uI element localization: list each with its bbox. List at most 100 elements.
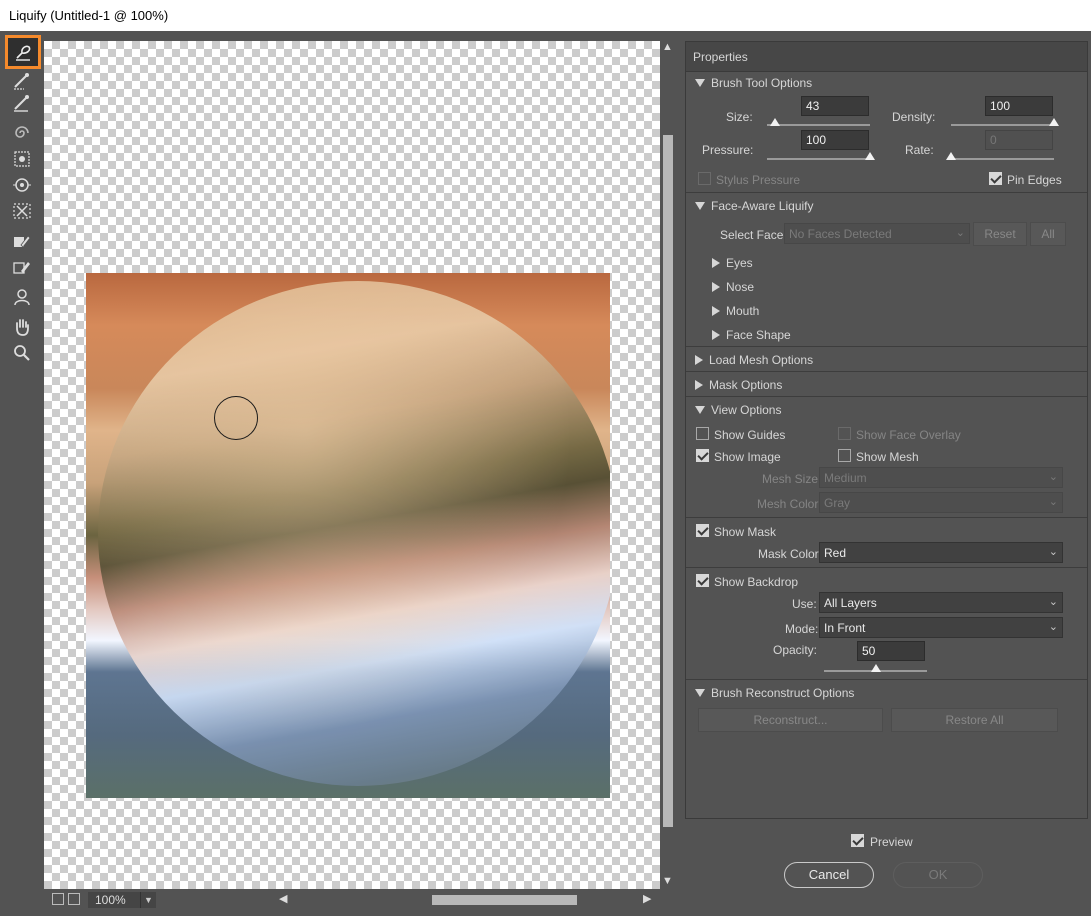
thaw-mask-icon [13, 262, 30, 274]
pressure-slider-knob[interactable] [865, 152, 875, 160]
hand-tool-button[interactable] [7, 315, 37, 339]
vertical-scrollbar[interactable]: ▲ ▼ [660, 41, 676, 889]
face-shape-label: Face Shape [726, 328, 791, 342]
chevron-down-icon: ⌄ [1048, 546, 1058, 558]
liquify-canvas[interactable] [44, 41, 660, 889]
show-mask-checkbox[interactable] [696, 524, 709, 537]
brush-tool-options-header[interactable]: Brush Tool Options [695, 76, 812, 90]
mesh-size-dropdown[interactable]: Medium ⌄ [819, 467, 1063, 488]
horizontal-scroll-thumb[interactable] [432, 895, 577, 905]
density-slider-knob[interactable] [1049, 118, 1059, 126]
zoom-tool-button[interactable] [7, 341, 37, 365]
freeze-mask-tool-button[interactable] [7, 229, 37, 253]
twirl-tool-button[interactable] [7, 121, 37, 145]
size-input[interactable]: 43 [801, 96, 869, 116]
mode-dropdown[interactable]: In Front ⌄ [819, 617, 1063, 638]
opacity-slider[interactable] [824, 664, 927, 672]
mask-color-value: Red [824, 546, 847, 560]
show-image-checkbox[interactable] [696, 449, 709, 462]
rate-input[interactable]: 0 [985, 130, 1053, 150]
reconstruct-tool-button[interactable] [7, 69, 37, 93]
show-face-overlay-checkbox[interactable] [838, 427, 851, 440]
eyes-label: Eyes [726, 256, 753, 270]
expand-triangle-icon [712, 306, 720, 316]
scroll-left-arrow-icon[interactable]: ◀ [279, 892, 287, 905]
zoom-dropdown-icon[interactable]: ▼ [140, 892, 156, 908]
rate-slider-knob[interactable] [946, 152, 956, 160]
properties-panel: Properties Brush Tool Options Size: 43 D… [685, 41, 1088, 819]
stylus-pressure-checkbox[interactable] [698, 172, 711, 185]
tools-panel [0, 31, 44, 916]
scroll-down-arrow-icon[interactable]: ▼ [662, 875, 673, 887]
actual-pixels-icon[interactable] [68, 893, 80, 905]
show-guides-label: Show Guides [714, 428, 786, 442]
vertical-scroll-thumb[interactable] [663, 135, 673, 827]
fit-screen-icon[interactable] [52, 893, 64, 905]
show-mesh-checkbox[interactable] [838, 449, 851, 462]
select-face-dropdown[interactable]: No Faces Detected ⌄ [784, 223, 970, 244]
scroll-up-arrow-icon[interactable]: ▲ [662, 41, 673, 53]
bloat-tool-button[interactable] [7, 173, 37, 197]
use-dropdown[interactable]: All Layers ⌄ [819, 592, 1063, 613]
show-backdrop-checkbox[interactable] [696, 574, 709, 587]
pressure-slider[interactable] [767, 152, 875, 160]
brush-tool-options-title: Brush Tool Options [711, 76, 813, 90]
pressure-input[interactable]: 100 [801, 130, 869, 150]
show-face-overlay-label: Show Face Overlay [856, 428, 961, 442]
cancel-button[interactable]: Cancel [784, 862, 874, 888]
size-slider[interactable] [767, 118, 870, 126]
ok-button[interactable]: OK [893, 862, 983, 888]
zoom-icon [14, 345, 30, 361]
freeze-mask-icon [14, 235, 31, 248]
stylus-pressure-label: Stylus Pressure [716, 173, 801, 187]
rate-label: Rate: [905, 143, 934, 157]
preview-label: Preview [870, 835, 913, 849]
size-slider-knob[interactable] [770, 118, 781, 126]
push-left-icon [13, 203, 31, 219]
thaw-mask-tool-button[interactable] [7, 255, 37, 279]
opacity-slider-knob[interactable] [870, 664, 881, 672]
mesh-color-dropdown[interactable]: Gray ⌄ [819, 492, 1063, 513]
pin-edges-label: Pin Edges [1007, 173, 1062, 187]
forward-warp-tool-button[interactable] [5, 35, 41, 69]
chevron-down-icon: ⌄ [955, 227, 965, 239]
reconstruct-button[interactable]: Reconstruct... [698, 708, 883, 732]
scroll-right-arrow-icon[interactable]: ▶ [643, 892, 651, 905]
horizontal-scrollbar[interactable]: ◀ ▶ [277, 892, 667, 908]
smooth-tool-button[interactable] [7, 91, 37, 115]
brush-reconstruct-options-header[interactable]: Brush Reconstruct Options [695, 686, 854, 700]
preview-checkbox[interactable] [851, 834, 864, 847]
mouth-label: Mouth [726, 304, 760, 318]
image-preview [86, 273, 610, 798]
all-faces-button[interactable]: All [1030, 222, 1066, 246]
canvas-statusbar: 100% ▼ ◀ ▶ [44, 889, 676, 911]
eyes-subsection[interactable]: Eyes [712, 256, 753, 270]
face-shape-subsection[interactable]: Face Shape [712, 328, 791, 342]
expand-triangle-icon [712, 258, 720, 268]
mouth-subsection[interactable]: Mouth [712, 304, 759, 318]
pucker-tool-button[interactable] [7, 147, 37, 171]
view-options-header[interactable]: View Options [695, 403, 781, 417]
mask-color-dropdown[interactable]: Red ⌄ [819, 542, 1063, 563]
density-slider[interactable] [951, 118, 1059, 126]
opacity-label: Opacity: [773, 643, 818, 657]
mode-value: In Front [824, 621, 866, 635]
mask-options-header[interactable]: Mask Options [695, 378, 782, 392]
face-aware-liquify-header[interactable]: Face-Aware Liquify [695, 199, 814, 213]
divider [686, 679, 1087, 680]
face-tool-button[interactable] [7, 285, 37, 309]
collapse-triangle-icon [695, 202, 705, 210]
show-guides-checkbox[interactable] [696, 427, 709, 440]
density-input[interactable]: 100 [985, 96, 1053, 116]
load-mesh-options-header[interactable]: Load Mesh Options [695, 353, 813, 367]
pin-edges-checkbox[interactable] [989, 172, 1002, 185]
push-left-tool-button[interactable] [7, 199, 37, 223]
rate-slider[interactable] [946, 152, 1054, 160]
restore-all-button[interactable]: Restore All [891, 708, 1058, 732]
expand-triangle-icon [712, 282, 720, 292]
use-label: Use: [792, 597, 817, 611]
reset-face-button[interactable]: Reset [973, 222, 1027, 246]
nose-subsection[interactable]: Nose [712, 280, 754, 294]
use-value: All Layers [824, 596, 877, 610]
opacity-input[interactable]: 50 [857, 641, 925, 661]
